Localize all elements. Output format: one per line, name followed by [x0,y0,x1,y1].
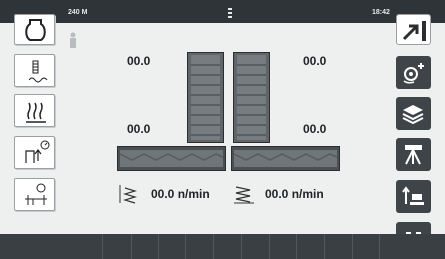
value-top-left: 00.0 [127,54,151,68]
conveyor-belt-left [117,146,226,171]
value-mid-right: 00.0 [303,122,327,136]
raise-lower-icon [402,186,424,205]
heating-icon [26,102,46,123]
value-mid-left: 00.0 [127,122,151,136]
tank-button[interactable] [14,14,55,45]
layers-icon [402,105,424,125]
clock: 18:42 [372,9,390,16]
seed-meter-settings-icon [403,63,424,84]
seed-meter-icon [25,183,47,205]
spring-icon-left [119,185,138,204]
hydraulic-pressure-button[interactable] [14,136,55,169]
conveyor-belt-right [231,146,340,171]
tripod-calibration-icon [405,145,422,165]
network-icon [228,8,232,18]
tank-icon [25,19,46,41]
heating-button[interactable] [14,94,55,127]
seed-meter-button[interactable] [14,178,55,211]
seed-bin-right [233,52,270,143]
seed-bin-left [187,52,224,143]
status-bar: 240 M 18:42 [0,0,445,23]
seed-level-sensor-button[interactable] [14,54,55,87]
rate-left: 00.0 n/min [151,187,210,201]
rate-right: 00.0 n/min [265,187,324,201]
bottom-toolbar [0,234,445,259]
machine-model: 240 M [68,9,88,16]
raise-lower-button[interactable] [396,180,431,213]
hydraulic-pressure-icon [25,140,50,163]
exit-arrow-icon [402,21,426,41]
layers-button[interactable] [396,97,431,130]
spring-icon-right [234,186,254,204]
exit-button[interactable] [396,14,431,45]
main-panel: 00.0 00.0 00.0 00.0 00.0 n/min 00.0 n/mi… [0,14,445,254]
operator-icon [70,32,76,48]
value-top-right: 00.0 [303,54,327,68]
calibration-button[interactable] [396,138,431,171]
seed-level-sensor-icon [28,60,48,83]
seed-meter-settings-button[interactable] [396,56,431,89]
